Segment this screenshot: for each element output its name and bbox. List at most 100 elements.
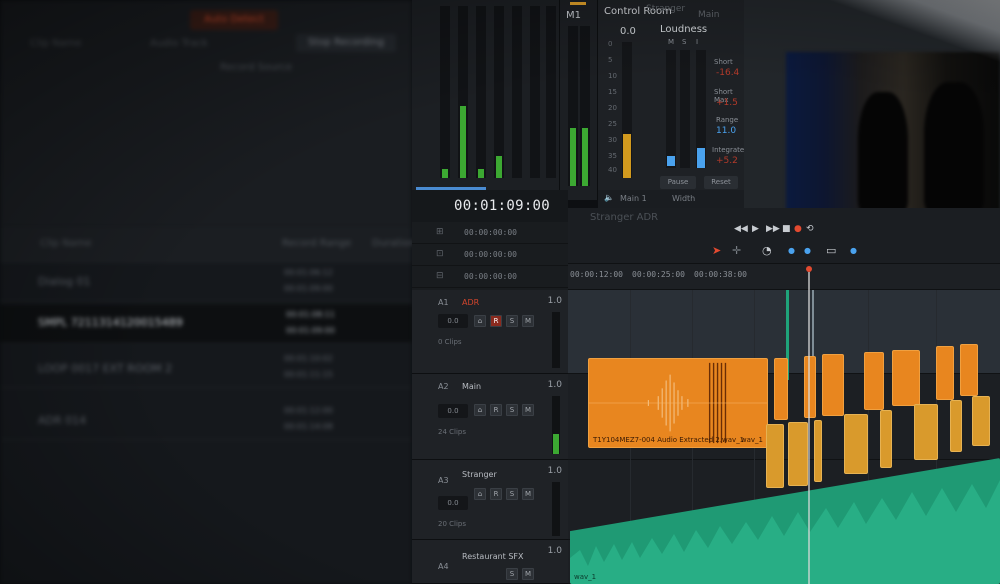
- audio-clip[interactable]: T1Y104MEZ7-004 Audio Extracted 2.wav_1 w…: [588, 358, 768, 448]
- ruler-label: 00:00:25:00: [632, 270, 685, 279]
- width-dropdown[interactable]: Width: [672, 194, 695, 203]
- timecode-display: 00:01:09:00: [412, 190, 568, 222]
- playhead[interactable]: [808, 272, 810, 584]
- track-level: 1.0: [547, 380, 562, 390]
- reset-button[interactable]: Reset: [704, 176, 738, 189]
- cue-row-selected[interactable]: SMPL 7211314120015489 00:01:08:11 00:01:…: [0, 304, 412, 344]
- column-record-range[interactable]: Record Range: [282, 238, 351, 249]
- auto-detect-badge[interactable]: Auto Detect: [190, 10, 278, 30]
- rewind-icon[interactable]: ◀◀: [734, 224, 748, 234]
- play-icon[interactable]: ▶: [752, 224, 759, 234]
- timeline-ruler[interactable]: 00:00:12:00 00:00:25:00 00:00:38:00: [568, 264, 1000, 290]
- speaker-icon[interactable]: 🔈: [604, 193, 614, 202]
- track-name[interactable]: Stranger: [462, 470, 497, 479]
- audio-clip[interactable]: [936, 346, 954, 400]
- column-duration[interactable]: Duration: [372, 238, 415, 249]
- solo-button[interactable]: S: [506, 404, 518, 416]
- track-code: A2: [438, 382, 449, 391]
- track-lock-button[interactable]: ⌂: [474, 488, 486, 500]
- main-output-dropdown[interactable]: Main 1: [620, 194, 647, 203]
- pointer-tool-icon[interactable]: ➤: [712, 244, 721, 257]
- track-name[interactable]: Main: [462, 382, 481, 391]
- fast-forward-icon[interactable]: ▶▶: [766, 224, 780, 234]
- control-room-meter-fill: [623, 134, 631, 178]
- audio-clip[interactable]: [972, 396, 990, 446]
- mute-button[interactable]: M: [522, 568, 534, 580]
- audio-clip[interactable]: [880, 410, 892, 468]
- cue-name: ADR 014: [38, 414, 87, 427]
- integrated-value: +5.2: [716, 156, 738, 166]
- track-level: 1.0: [547, 546, 562, 556]
- mute-button[interactable]: M: [522, 404, 534, 416]
- scale-tick: 25: [608, 120, 617, 128]
- snap-icon[interactable]: ◔: [762, 244, 772, 257]
- arm-record-button[interactable]: R: [490, 488, 502, 500]
- bus-color-accent: [570, 2, 586, 5]
- track-volume[interactable]: 0.0: [438, 496, 468, 510]
- link-icon[interactable]: ●: [788, 246, 795, 255]
- pause-button[interactable]: Pause: [660, 176, 696, 189]
- track-name-label: Stranger ADR: [590, 212, 659, 223]
- range-tool-icon[interactable]: ✛: [732, 244, 741, 257]
- audio-clip[interactable]: [844, 414, 868, 474]
- track-header-a4[interactable]: A4 Restaurant SFX 1.0 S M: [412, 540, 568, 584]
- track-level: 1.0: [547, 466, 562, 476]
- mute-button[interactable]: M: [522, 315, 534, 327]
- solo-button[interactable]: S: [506, 568, 518, 580]
- track-meter: [458, 6, 468, 178]
- short-value: -16.4: [716, 68, 740, 78]
- media-pool-panel: Auto Detect Stop Recording Clip Name Aud…: [0, 0, 415, 584]
- loop-icon[interactable]: ⟲: [806, 224, 814, 234]
- scale-tick: 0: [608, 40, 613, 48]
- mute-button[interactable]: M: [522, 488, 534, 500]
- audio-clip[interactable]: [804, 356, 816, 418]
- track-header-a3[interactable]: A3 Stranger 1.0 0.0 ⌂ R S M 20 Clips: [412, 460, 568, 540]
- track-meter: [512, 6, 522, 178]
- loudness-m-label: M: [668, 38, 675, 46]
- video-viewer[interactable]: [744, 0, 1000, 240]
- audio-clip[interactable]: [814, 420, 822, 482]
- record-icon[interactable]: ●: [794, 224, 802, 234]
- audio-clip[interactable]: [892, 350, 920, 406]
- audio-clip[interactable]: [914, 404, 938, 460]
- audio-clip[interactable]: [788, 422, 808, 486]
- arm-record-button[interactable]: R: [490, 404, 502, 416]
- audio-clip[interactable]: [766, 424, 784, 488]
- audio-clip[interactable]: [960, 344, 978, 396]
- track-lock-button[interactable]: ⌂: [474, 404, 486, 416]
- cue-row[interactable]: LOOP 0017 EXT ROOM 2 00:01:10:02 00:01:1…: [0, 348, 412, 388]
- solo-button[interactable]: S: [506, 488, 518, 500]
- bus-label: M1: [566, 10, 581, 21]
- audio-clip[interactable]: [950, 400, 962, 452]
- track-volume[interactable]: 0.0: [438, 314, 468, 328]
- strip-track-label: Stranger: [646, 4, 686, 14]
- arm-record-button[interactable]: R: [490, 315, 502, 327]
- track-lock-button[interactable]: ⌂: [474, 315, 486, 327]
- stop-icon[interactable]: ■: [782, 224, 791, 234]
- clip-count: 0 Clips: [438, 338, 462, 346]
- track-header-a1[interactable]: A1 ADR 1.0 0.0 ⌂ R S M 0 Clips: [412, 290, 568, 374]
- flag-icon[interactable]: ●: [850, 246, 857, 255]
- ruler-label: 00:00:12:00: [570, 270, 623, 279]
- track-name[interactable]: ADR: [462, 298, 479, 307]
- track-volume[interactable]: 0.0: [438, 404, 468, 418]
- track-header-a2[interactable]: A2 Main 1.0 0.0 ⌂ R S M 24 Clips: [412, 374, 568, 460]
- control-room-level: 0.0: [620, 26, 636, 37]
- loudness-m-fill: [667, 156, 675, 166]
- scale-tick: 20: [608, 104, 617, 112]
- audio-clip[interactable]: [864, 352, 884, 410]
- meter-level: [442, 169, 448, 178]
- column-clip-name[interactable]: Clip Name: [40, 238, 92, 249]
- track-name[interactable]: Restaurant SFX: [462, 552, 524, 561]
- audio-clip[interactable]: [822, 354, 844, 416]
- link-icon[interactable]: ●: [804, 246, 811, 255]
- clip-count: 20 Clips: [438, 520, 466, 528]
- audio-clip[interactable]: [774, 358, 788, 420]
- cue-row[interactable]: Dialog 01 00:01:06:12 00:01:09:00: [0, 262, 412, 302]
- ruler-label: 00:00:38:00: [694, 270, 747, 279]
- track-meter: [552, 312, 560, 368]
- cue-row[interactable]: ADR 014 00:01:12:00 00:01:14:08: [0, 400, 412, 440]
- stop-recording-button[interactable]: Stop Recording: [296, 34, 396, 52]
- marker-icon[interactable]: ▭: [826, 244, 836, 257]
- solo-button[interactable]: S: [506, 315, 518, 327]
